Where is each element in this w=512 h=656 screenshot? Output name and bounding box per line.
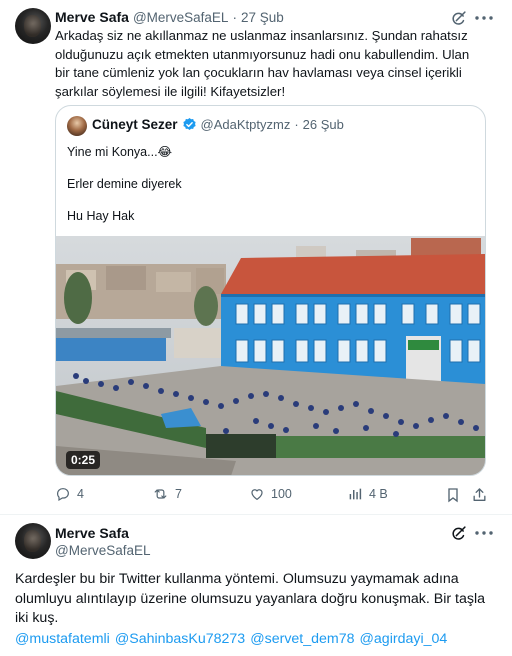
- video-player[interactable]: 0:25: [56, 236, 485, 475]
- separator: ·: [232, 10, 237, 25]
- tweet-header: Merve Safa @MerveSafaEL · 27 Şub: [55, 9, 284, 25]
- verified-badge-icon: [182, 117, 197, 132]
- mention-link[interactable]: @servet_dem78: [250, 631, 354, 647]
- quoted-author-name: Cüneyt Sezer: [92, 117, 178, 132]
- share-icon[interactable]: [471, 487, 487, 503]
- quoted-text-line: Erler demine diyerek: [67, 177, 182, 191]
- reply-count: 4: [77, 487, 84, 501]
- like-count: 100: [271, 487, 292, 501]
- repost-icon: [154, 489, 167, 499]
- tweet-text: Arkadaş siz ne akıllanmaz ne uslanmaz in…: [55, 28, 470, 99]
- author-handle[interactable]: @MerveSafaEL: [133, 10, 229, 25]
- quoted-author-handle: @AdaKtptyzmz: [200, 117, 291, 132]
- mentions-list: @mustafatemli @SahinbasKu78273 @servet_d…: [15, 631, 447, 647]
- views-icon: [349, 488, 362, 500]
- author-handle[interactable]: @MerveSafaEL: [55, 543, 151, 558]
- quoted-author-avatar: [67, 116, 87, 136]
- quoted-text-line: Yine mi Konya...😂: [67, 145, 173, 159]
- repost-button[interactable]: 7: [152, 486, 182, 502]
- tweet-date[interactable]: 27 Şub: [241, 10, 284, 25]
- video-frame: [56, 236, 485, 475]
- avatar[interactable]: [15, 523, 51, 559]
- mention-link[interactable]: @agirdayi_04: [360, 631, 448, 647]
- views-button[interactable]: 4 B: [347, 486, 388, 502]
- tweet-text: Kardeşler bu bir Twitter kullanma yöntem…: [15, 571, 486, 626]
- reply-icon: [57, 488, 69, 502]
- quoted-tweet-date: 26 Şub: [302, 117, 344, 132]
- like-icon: [251, 489, 263, 501]
- more-icon[interactable]: [474, 525, 494, 541]
- repost-count: 7: [175, 487, 182, 501]
- reply-button[interactable]: 4: [55, 486, 84, 502]
- quoted-text-line: Hu Hay Hak: [67, 209, 135, 223]
- quoted-tweet-card[interactable]: Cüneyt Sezer @AdaKtptyzmz · 26 Şub Yine …: [55, 105, 486, 476]
- grok-icon[interactable]: [449, 524, 467, 542]
- quoted-tweet-header: Cüneyt Sezer @AdaKtptyzmz · 26 Şub: [92, 117, 344, 132]
- bookmark-icon[interactable]: [445, 487, 461, 503]
- video-duration: 0:25: [66, 451, 101, 469]
- avatar[interactable]: [15, 8, 51, 44]
- divider: [0, 514, 512, 515]
- author-name[interactable]: Merve Safa: [55, 9, 129, 25]
- mention-link[interactable]: @mustafatemli: [15, 631, 110, 647]
- views-count: 4 B: [369, 487, 388, 501]
- grok-icon[interactable]: [449, 9, 467, 27]
- separator: ·: [294, 117, 299, 132]
- like-button[interactable]: 100: [249, 486, 292, 502]
- more-icon[interactable]: [474, 10, 494, 26]
- mention-link[interactable]: @SahinbasKu78273: [115, 631, 245, 647]
- author-name[interactable]: Merve Safa: [55, 525, 129, 541]
